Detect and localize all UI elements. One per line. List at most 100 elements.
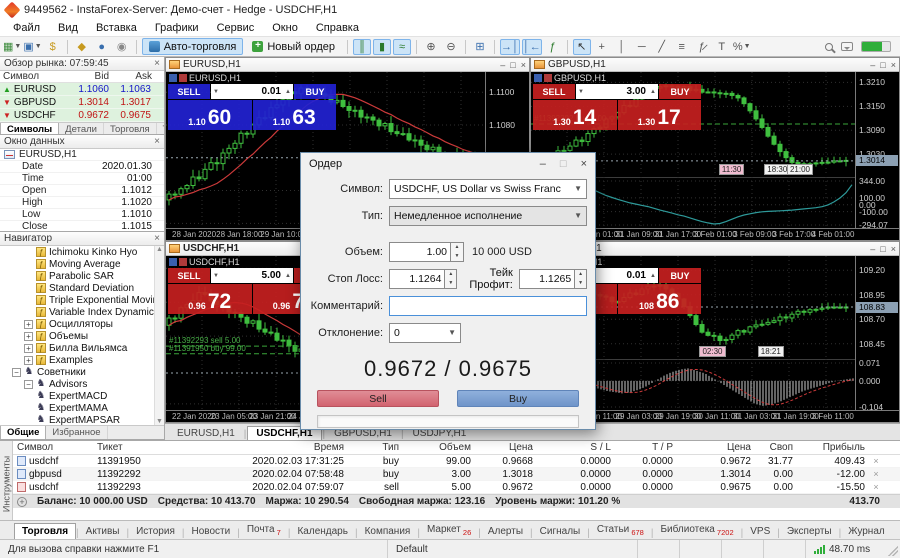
new-order-button[interactable]: +Новый ордер bbox=[245, 38, 342, 55]
navigator-item[interactable]: ♞ExpertMAMA bbox=[0, 402, 164, 414]
column-header[interactable]: Символ bbox=[13, 442, 93, 453]
expand-icon[interactable]: + bbox=[24, 356, 33, 365]
close-icon[interactable]: × bbox=[154, 233, 160, 244]
column-header[interactable]: S / L bbox=[537, 442, 615, 453]
zoom-in-icon[interactable]: ⊕ bbox=[422, 39, 440, 55]
buy-button[interactable]: BUY bbox=[659, 84, 701, 99]
cursor-icon[interactable]: ↖ bbox=[573, 39, 591, 55]
navigator-item[interactable]: +ƒОсцилляторы bbox=[0, 318, 164, 330]
volume-down-icon[interactable]: ▼ bbox=[211, 89, 221, 95]
dialog-close-icon[interactable]: × bbox=[581, 158, 587, 170]
buy-price[interactable]: 10886 bbox=[618, 284, 702, 314]
navigator-item[interactable]: ƒMoving Average bbox=[0, 258, 164, 270]
volume-up-icon[interactable]: ▲ bbox=[648, 89, 658, 95]
column-header[interactable]: Объем bbox=[403, 442, 475, 453]
resize-grip[interactable] bbox=[888, 546, 898, 556]
market-watch-tab-детали[interactable]: Детали bbox=[59, 123, 104, 135]
stoploss-input[interactable]: 1.1264 bbox=[389, 269, 445, 289]
menu-item[interactable]: Справка bbox=[307, 21, 368, 35]
data-window-symbol-row[interactable]: EURUSD,H1 bbox=[0, 149, 164, 161]
trendline-icon[interactable]: ╱ bbox=[653, 39, 671, 55]
column-header[interactable]: Тикет bbox=[93, 442, 193, 453]
toolbox-tab-алерты[interactable]: Алерты bbox=[481, 524, 530, 539]
candles-chart-icon[interactable]: ▮ bbox=[373, 39, 391, 55]
collapse-icon[interactable]: − bbox=[24, 380, 33, 389]
navigator-tab-favorites[interactable]: Избранное bbox=[46, 426, 107, 439]
toolbox-tab-статьи[interactable]: Статьи 678 bbox=[590, 522, 651, 539]
order-type-select[interactable]: Немедленное исполнение▼ bbox=[389, 206, 587, 226]
depth-of-market-icon[interactable] bbox=[534, 74, 542, 82]
profiles-icon[interactable]: ▣▼ bbox=[23, 39, 41, 55]
channel-icon[interactable]: ≡ bbox=[673, 39, 691, 55]
expand-balance-icon[interactable]: + bbox=[17, 497, 27, 507]
close-icon[interactable]: × bbox=[154, 58, 160, 69]
volume-up-icon[interactable]: ▲ bbox=[648, 273, 658, 279]
fibo-icon[interactable]: ƒ̷ bbox=[693, 39, 711, 55]
depth-of-market-icon[interactable] bbox=[169, 74, 177, 82]
one-click-icon[interactable] bbox=[179, 74, 187, 82]
line-chart-icon[interactable]: ≈ bbox=[393, 39, 411, 55]
deviation-select[interactable]: 0▼ bbox=[389, 323, 461, 343]
position-row[interactable]: usdchf113919502020.02.03 17:31:25buy99.0… bbox=[13, 455, 900, 468]
volume-up-icon[interactable]: ▲ bbox=[283, 273, 293, 279]
sell-price[interactable]: 1.1060 bbox=[168, 100, 252, 130]
navigator-scrollbar[interactable]: ▲▼ bbox=[154, 246, 164, 425]
toolbox-tab-календарь[interactable]: Календарь bbox=[290, 524, 354, 539]
navigator-item[interactable]: ♞ExpertMACD bbox=[0, 390, 164, 402]
sell-button[interactable]: SELL bbox=[168, 268, 210, 283]
column-header[interactable]: Цена bbox=[677, 442, 755, 453]
navigator-item[interactable]: ƒParabolic SAR bbox=[0, 270, 164, 282]
menu-item[interactable]: Графики bbox=[146, 21, 208, 35]
toolbox-tab-история[interactable]: История bbox=[129, 524, 182, 539]
close-icon[interactable]: × bbox=[891, 244, 896, 254]
collapse-icon[interactable]: − bbox=[12, 368, 21, 377]
close-position-icon[interactable]: × bbox=[869, 456, 883, 466]
toolbox-tab-компания[interactable]: Компания bbox=[358, 524, 418, 539]
takeprofit-input[interactable]: 1.1265 bbox=[519, 269, 575, 289]
signals-icon[interactable]: ◉ bbox=[113, 39, 131, 55]
volume-down-icon[interactable]: ▼ bbox=[211, 273, 221, 279]
position-row[interactable]: usdchf113922932020.02.04 07:59:07sell5.0… bbox=[13, 481, 900, 494]
market-watch-row[interactable]: ▼USDCHF0.96720.9675 bbox=[0, 109, 164, 122]
hline-icon[interactable]: ─ bbox=[633, 39, 651, 55]
toolbox-tab-новости[interactable]: Новости bbox=[184, 524, 237, 539]
menu-item[interactable]: Файл bbox=[4, 21, 49, 35]
toolbox-tab-маркет[interactable]: Маркет 26 bbox=[420, 522, 478, 539]
sell-price[interactable]: 0.9672 bbox=[168, 284, 252, 314]
auto-scroll-icon[interactable]: │← bbox=[522, 39, 542, 55]
vline-icon[interactable]: │ bbox=[613, 39, 631, 55]
toolbox-tab-активы[interactable]: Активы bbox=[79, 524, 127, 539]
navigator-item[interactable]: +ƒБилла Вильямса bbox=[0, 342, 164, 354]
depth-of-market-icon[interactable] bbox=[169, 258, 177, 266]
buy-button[interactable]: BUY bbox=[294, 84, 336, 99]
menu-item[interactable]: Сервис bbox=[208, 21, 264, 35]
statusbar-profile[interactable]: Default bbox=[387, 540, 637, 558]
search-icon[interactable] bbox=[825, 43, 833, 51]
position-row[interactable]: gbpusd113922922020.02.04 07:58:48buy3.00… bbox=[13, 468, 900, 481]
autotrading-button[interactable]: Авто-торговля bbox=[142, 38, 244, 55]
volume-down-icon[interactable]: ▼ bbox=[576, 89, 586, 95]
column-header[interactable]: Прибыль bbox=[797, 442, 869, 453]
sell-button[interactable]: Sell bbox=[317, 390, 439, 407]
close-icon[interactable]: × bbox=[521, 60, 526, 70]
buy-price[interactable]: 1.3017 bbox=[618, 100, 702, 130]
chart-tab-eurusd[interactable]: EURUSD,H1 bbox=[169, 427, 243, 440]
volume-up-icon[interactable]: ▲ bbox=[283, 89, 293, 95]
toolbox-tab-эксперты[interactable]: Эксперты bbox=[780, 524, 839, 539]
navigator-item[interactable]: ƒVariable Index Dynamic A bbox=[0, 306, 164, 318]
market-watch-tab-тики[interactable]: Тики bbox=[157, 123, 164, 135]
buy-price[interactable]: 1.1063 bbox=[253, 100, 337, 130]
column-header[interactable]: Цена bbox=[475, 442, 537, 453]
toolbox-tab-торговля[interactable]: Торговля bbox=[14, 523, 76, 539]
navigator-item[interactable]: +ƒОбъемы bbox=[0, 330, 164, 342]
navigator-item[interactable]: ƒIchimoku Kinko Hyo bbox=[0, 246, 164, 258]
tile-windows-icon[interactable]: ⊞ bbox=[471, 39, 489, 55]
toolbox-tab-библиотека[interactable]: Библиотека 7202 bbox=[653, 522, 740, 539]
market-watch-row[interactable]: ▼GBPUSD1.30141.3017 bbox=[0, 96, 164, 109]
expand-icon[interactable]: + bbox=[24, 332, 33, 341]
buy-button[interactable]: BUY bbox=[659, 268, 701, 283]
comment-input[interactable] bbox=[389, 296, 587, 316]
menu-item[interactable]: Вид bbox=[49, 21, 87, 35]
menu-item[interactable]: Вставка bbox=[87, 21, 146, 35]
takeprofit-stepper[interactable]: ▲▼ bbox=[575, 269, 587, 289]
